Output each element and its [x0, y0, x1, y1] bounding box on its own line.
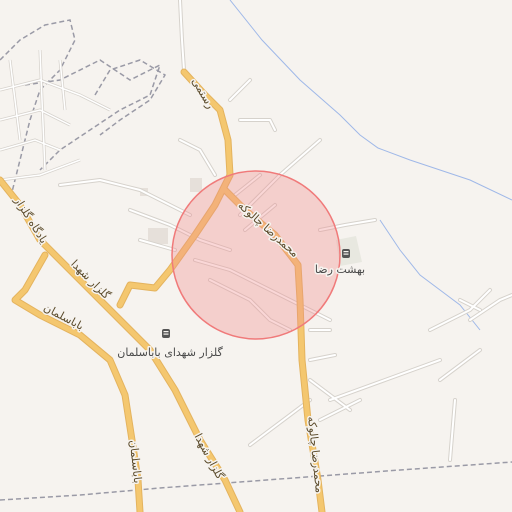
town-streets-fill: [0, 49, 111, 181]
building-block: [190, 178, 202, 192]
map-canvas[interactable]: بهشت رضا گلزار شهدای باباسلمان رستمی محم…: [0, 0, 512, 512]
poi-label-golzar-babasalman: گلزار شهدای باباسلمان: [117, 346, 223, 359]
road-label-chaloke-south: محمدرضا چالوکه: [305, 416, 326, 494]
road-label-rostami: رستمی: [189, 76, 217, 111]
stream-north: [229, 0, 512, 201]
cemetery-icon[interactable]: [342, 249, 350, 258]
road-label-babasalman-lower: باباسلمان: [127, 439, 144, 484]
boundary-line: [94, 59, 167, 136]
minor-road: [0, 49, 111, 181]
highlight-circle[interactable]: [171, 170, 341, 340]
road-label-golzar-lower: گلزار شهدا: [192, 431, 227, 482]
boundary-line: [0, 461, 512, 501]
poi-label-behesht-reza: بهشت رضا: [315, 263, 365, 276]
road-label-shohada-west: یادگاه گلزار: [11, 194, 50, 246]
cemetery-icon[interactable]: [162, 329, 170, 338]
map-svg: بهشت رضا گلزار شهدای باباسلمان رستمی محم…: [0, 0, 512, 512]
